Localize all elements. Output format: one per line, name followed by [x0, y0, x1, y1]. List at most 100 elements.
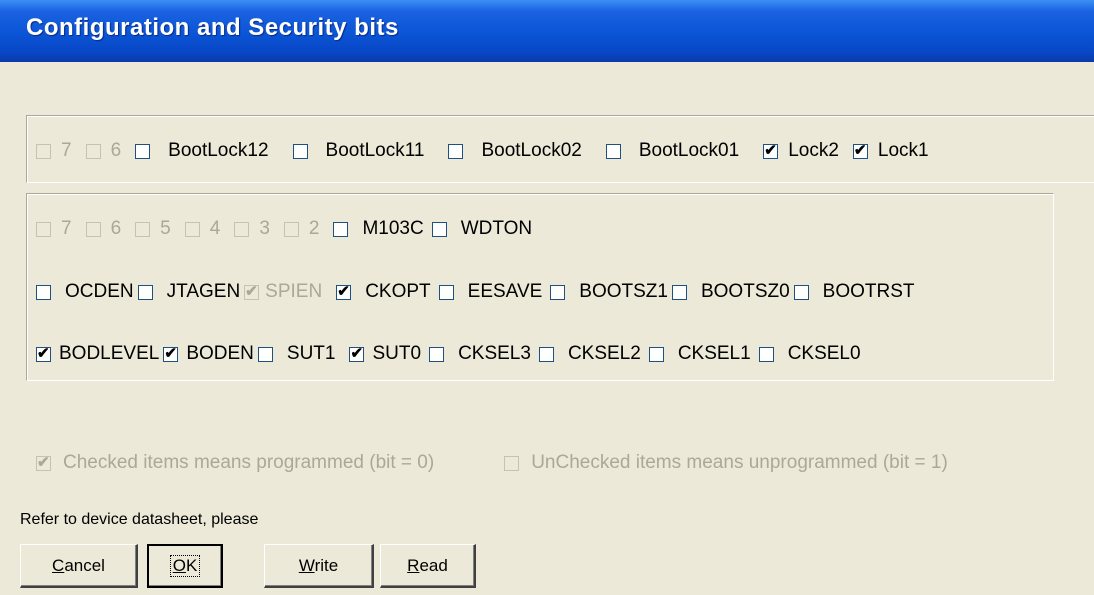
- checkbox-ckopt[interactable]: CKOPT: [336, 281, 431, 303]
- checkbox-box[interactable]: [605, 143, 621, 159]
- checkbox-lock2[interactable]: Lock2: [763, 140, 839, 162]
- checkbox-6: 6: [85, 140, 121, 162]
- checkbox-label: 5: [160, 218, 171, 239]
- checkbox-label: 6: [110, 218, 122, 239]
- checkbox-box: [283, 221, 299, 237]
- checkbox-bootlock12[interactable]: BootLock12: [135, 140, 269, 162]
- checkbox-box[interactable]: [538, 346, 554, 362]
- checkbox-cksel2[interactable]: CKSEL2: [538, 343, 641, 365]
- checkbox-6: 6: [85, 218, 122, 240]
- checkbox-label: BootLock12: [168, 140, 269, 161]
- checkbox-cksel0[interactable]: CKSEL0: [758, 343, 861, 365]
- checkbox-box[interactable]: [758, 346, 774, 362]
- checkbox-box: [36, 221, 51, 237]
- cancel-button[interactable]: Cancel: [20, 544, 138, 588]
- checkbox-box[interactable]: [852, 141, 868, 159]
- checkbox-box: [135, 221, 151, 237]
- checkbox-3: 3: [234, 218, 270, 240]
- checkbox-wdton[interactable]: WDTON: [431, 218, 533, 240]
- fuse-row-mid: OCDEN JTAGEN SPIEN CKOPT EESAVE BOOTSZ1 BOOTSZ…: [36, 281, 915, 303]
- checkbox-bootlock02[interactable]: BootLock02: [448, 140, 582, 162]
- checkbox-bootsz0[interactable]: BOOTSZ0: [671, 281, 790, 303]
- lock-bits-row: 7 6 BootLock12 BootLock11 BootLock02 BootLock…: [36, 140, 929, 162]
- checkbox-cksel3[interactable]: CKSEL3: [429, 343, 531, 365]
- title-bar[interactable]: Configuration and Security bits: [0, 0, 1094, 62]
- checkbox-label: 2: [308, 218, 320, 239]
- checkbox-m103c[interactable]: M103C: [333, 218, 424, 240]
- checkbox-label: CKOPT: [365, 281, 431, 302]
- checkbox-7: 7: [36, 218, 72, 240]
- fuse-row-high: 7 6 5 4 3 2 M103C WDTON: [36, 218, 532, 240]
- checkbox-box[interactable]: [163, 344, 179, 362]
- checkbox-label: EESAVE: [467, 281, 543, 302]
- checkbox-label: JTAGEN: [166, 281, 241, 302]
- legend-row: Checked items means programmed (bit = 0)…: [36, 452, 948, 474]
- checkbox-bootsz1[interactable]: BOOTSZ1: [550, 281, 668, 303]
- checkbox-box: [85, 221, 101, 237]
- checkbox-jtagen[interactable]: JTAGEN: [137, 281, 241, 303]
- checkbox-sut1[interactable]: SUT1: [257, 343, 336, 365]
- checkbox-box[interactable]: [438, 284, 454, 300]
- checkbox-box[interactable]: [448, 143, 464, 159]
- checkbox-box[interactable]: [429, 346, 445, 362]
- checkbox-label: CKSEL0: [787, 343, 861, 364]
- checkbox-label: CKSEL2: [567, 343, 641, 364]
- checkbox-box[interactable]: [137, 284, 153, 300]
- checkbox-label: BOOTSZ0: [700, 281, 790, 302]
- datasheet-note: Refer to device datasheet, please: [20, 511, 259, 528]
- checkbox-box[interactable]: [333, 221, 349, 237]
- checkbox-label: BODEN: [186, 343, 254, 364]
- checkbox-label: CKSEL3: [458, 343, 531, 364]
- checkbox-label: BootLock11: [325, 140, 425, 161]
- read-button[interactable]: Read: [380, 544, 476, 588]
- checkbox-bootrst[interactable]: BOOTRST: [793, 281, 915, 303]
- checkbox-box: [36, 143, 51, 159]
- checkbox-bodlevel[interactable]: BODLEVEL: [36, 343, 159, 365]
- checkbox-box[interactable]: [36, 344, 51, 362]
- checkbox-label: Checked items means programmed (bit = 0): [63, 452, 435, 473]
- checkbox-bootlock01[interactable]: BootLock01: [605, 140, 739, 162]
- checkbox-label: SPIEN: [265, 281, 323, 302]
- checkbox-label: 4: [209, 218, 221, 239]
- checkbox-spien: SPIEN: [244, 281, 322, 303]
- checkbox-sut0[interactable]: SUT0: [349, 343, 421, 365]
- checkbox-label: UnChecked items means unprogrammed (bit …: [531, 452, 948, 473]
- checkbox-box[interactable]: [550, 284, 566, 300]
- write-button[interactable]: Write: [264, 544, 374, 588]
- window-title: Configuration and Security bits: [26, 14, 399, 41]
- checkbox-ocden[interactable]: OCDEN: [36, 281, 134, 303]
- checkbox-label: M103C: [362, 218, 424, 239]
- checkbox-box[interactable]: [257, 346, 273, 362]
- checkbox-box[interactable]: [671, 284, 687, 300]
- checkbox-box[interactable]: [763, 141, 779, 159]
- checkbox-7: 7: [36, 140, 72, 162]
- checkbox-label: CKSEL1: [677, 343, 751, 364]
- checkbox-label: SUT1: [286, 343, 336, 364]
- checkbox-unchecked-items-means-unprogrammed-bit-1: UnChecked items means unprogrammed (bit …: [504, 452, 948, 474]
- checkbox-bootlock11[interactable]: BootLock11: [292, 140, 425, 162]
- checkbox-5: 5: [135, 218, 171, 240]
- checkbox-box: [234, 221, 250, 237]
- checkbox-label: BODLEVEL: [59, 343, 160, 364]
- checkbox-box[interactable]: [292, 143, 308, 159]
- checkbox-lock1[interactable]: Lock1: [852, 140, 929, 162]
- checkbox-label: BOOTRST: [822, 281, 915, 302]
- checkbox-cksel1[interactable]: CKSEL1: [648, 343, 751, 365]
- checkbox-box[interactable]: [135, 143, 151, 159]
- checkbox-box: [85, 143, 101, 159]
- checkbox-eesave[interactable]: EESAVE: [438, 281, 543, 303]
- checkbox-label: BOOTSZ1: [579, 281, 668, 302]
- ok-button[interactable]: OK: [147, 544, 223, 588]
- checkbox-boden[interactable]: BODEN: [163, 343, 254, 365]
- checkbox-label: WDTON: [460, 218, 533, 239]
- checkbox-label: 7: [61, 140, 72, 161]
- checkbox-checked-items-means-programmed-bit-0: Checked items means programmed (bit = 0): [36, 452, 434, 474]
- checkbox-label: 7: [61, 218, 72, 239]
- checkbox-box[interactable]: [349, 344, 365, 362]
- checkbox-box[interactable]: [648, 346, 664, 362]
- checkbox-box[interactable]: [36, 284, 51, 300]
- checkbox-box[interactable]: [431, 221, 447, 237]
- checkbox-box[interactable]: [793, 284, 809, 300]
- checkbox-box[interactable]: [336, 282, 352, 300]
- checkbox-box: [244, 282, 260, 300]
